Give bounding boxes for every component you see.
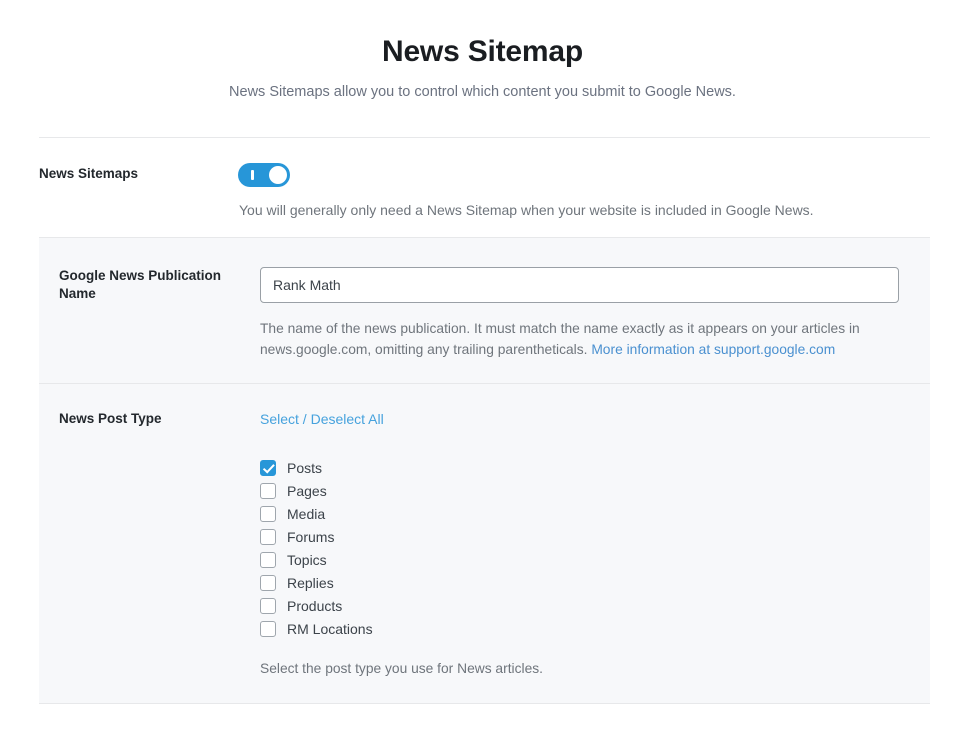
checkbox-row-pages[interactable]: Pages: [260, 479, 898, 502]
checkbox-row-topics[interactable]: Topics: [260, 548, 898, 571]
checkbox-products[interactable]: [260, 598, 276, 614]
checkbox-topics[interactable]: [260, 552, 276, 568]
publication-name-section: Google News Publication Name The name of…: [39, 238, 930, 383]
news-sitemaps-toggle[interactable]: [238, 163, 290, 187]
toggle-knob: [269, 166, 287, 184]
settings-panel: Google News Publication Name The name of…: [39, 237, 930, 704]
checkbox-row-products[interactable]: Products: [260, 594, 898, 617]
publication-name-description: The name of the news publication. It mus…: [260, 318, 897, 360]
checkbox-media[interactable]: [260, 506, 276, 522]
checkbox-row-posts[interactable]: Posts: [260, 456, 898, 479]
publication-name-input[interactable]: [260, 267, 899, 303]
publication-name-body: The name of the news publication. It mus…: [260, 267, 931, 360]
page-subtitle: News Sitemaps allow you to control which…: [0, 73, 965, 102]
checkbox-pages[interactable]: [260, 483, 276, 499]
checkbox-label-media: Media: [287, 504, 325, 524]
checkbox-label-products: Products: [287, 596, 342, 616]
news-post-type-body: Select / Deselect All Posts Pages Media: [260, 410, 930, 679]
news-post-type-section: News Post Type Select / Deselect All Pos…: [39, 383, 930, 703]
support-google-link[interactable]: More information at support.google.com: [591, 342, 835, 357]
news-post-type-description: Select the post type you use for News ar…: [260, 659, 898, 679]
select-deselect-all-link[interactable]: Select / Deselect All: [260, 410, 384, 428]
checkbox-replies[interactable]: [260, 575, 276, 591]
page-header: News Sitemap News Sitemaps allow you to …: [0, 0, 965, 102]
checkbox-label-pages: Pages: [287, 481, 327, 501]
checkbox-label-rm-locations: RM Locations: [287, 619, 373, 639]
news-sitemaps-description: You will generally only need a News Site…: [239, 200, 814, 220]
checkbox-row-forums[interactable]: Forums: [260, 525, 898, 548]
news-sitemaps-label: News Sitemaps: [39, 165, 138, 183]
publication-name-label: Google News Publication Name: [39, 267, 260, 303]
checkbox-forums[interactable]: [260, 529, 276, 545]
checkbox-row-rm-locations[interactable]: RM Locations: [260, 617, 898, 640]
checkbox-rm-locations[interactable]: [260, 621, 276, 637]
checkbox-label-posts: Posts: [287, 458, 322, 478]
checkbox-posts[interactable]: [260, 460, 276, 476]
toggle-on-bar-icon: [251, 170, 254, 180]
post-type-checkbox-list: Posts Pages Media Forums: [260, 456, 898, 640]
header-divider: [39, 137, 930, 138]
checkbox-label-topics: Topics: [287, 550, 327, 570]
news-sitemap-settings-page: News Sitemap News Sitemaps allow you to …: [0, 0, 965, 737]
checkbox-row-replies[interactable]: Replies: [260, 571, 898, 594]
checkbox-label-forums: Forums: [287, 527, 334, 547]
page-title: News Sitemap: [0, 31, 965, 73]
news-post-type-label: News Post Type: [39, 410, 260, 428]
checkbox-row-media[interactable]: Media: [260, 502, 898, 525]
checkbox-label-replies: Replies: [287, 573, 334, 593]
